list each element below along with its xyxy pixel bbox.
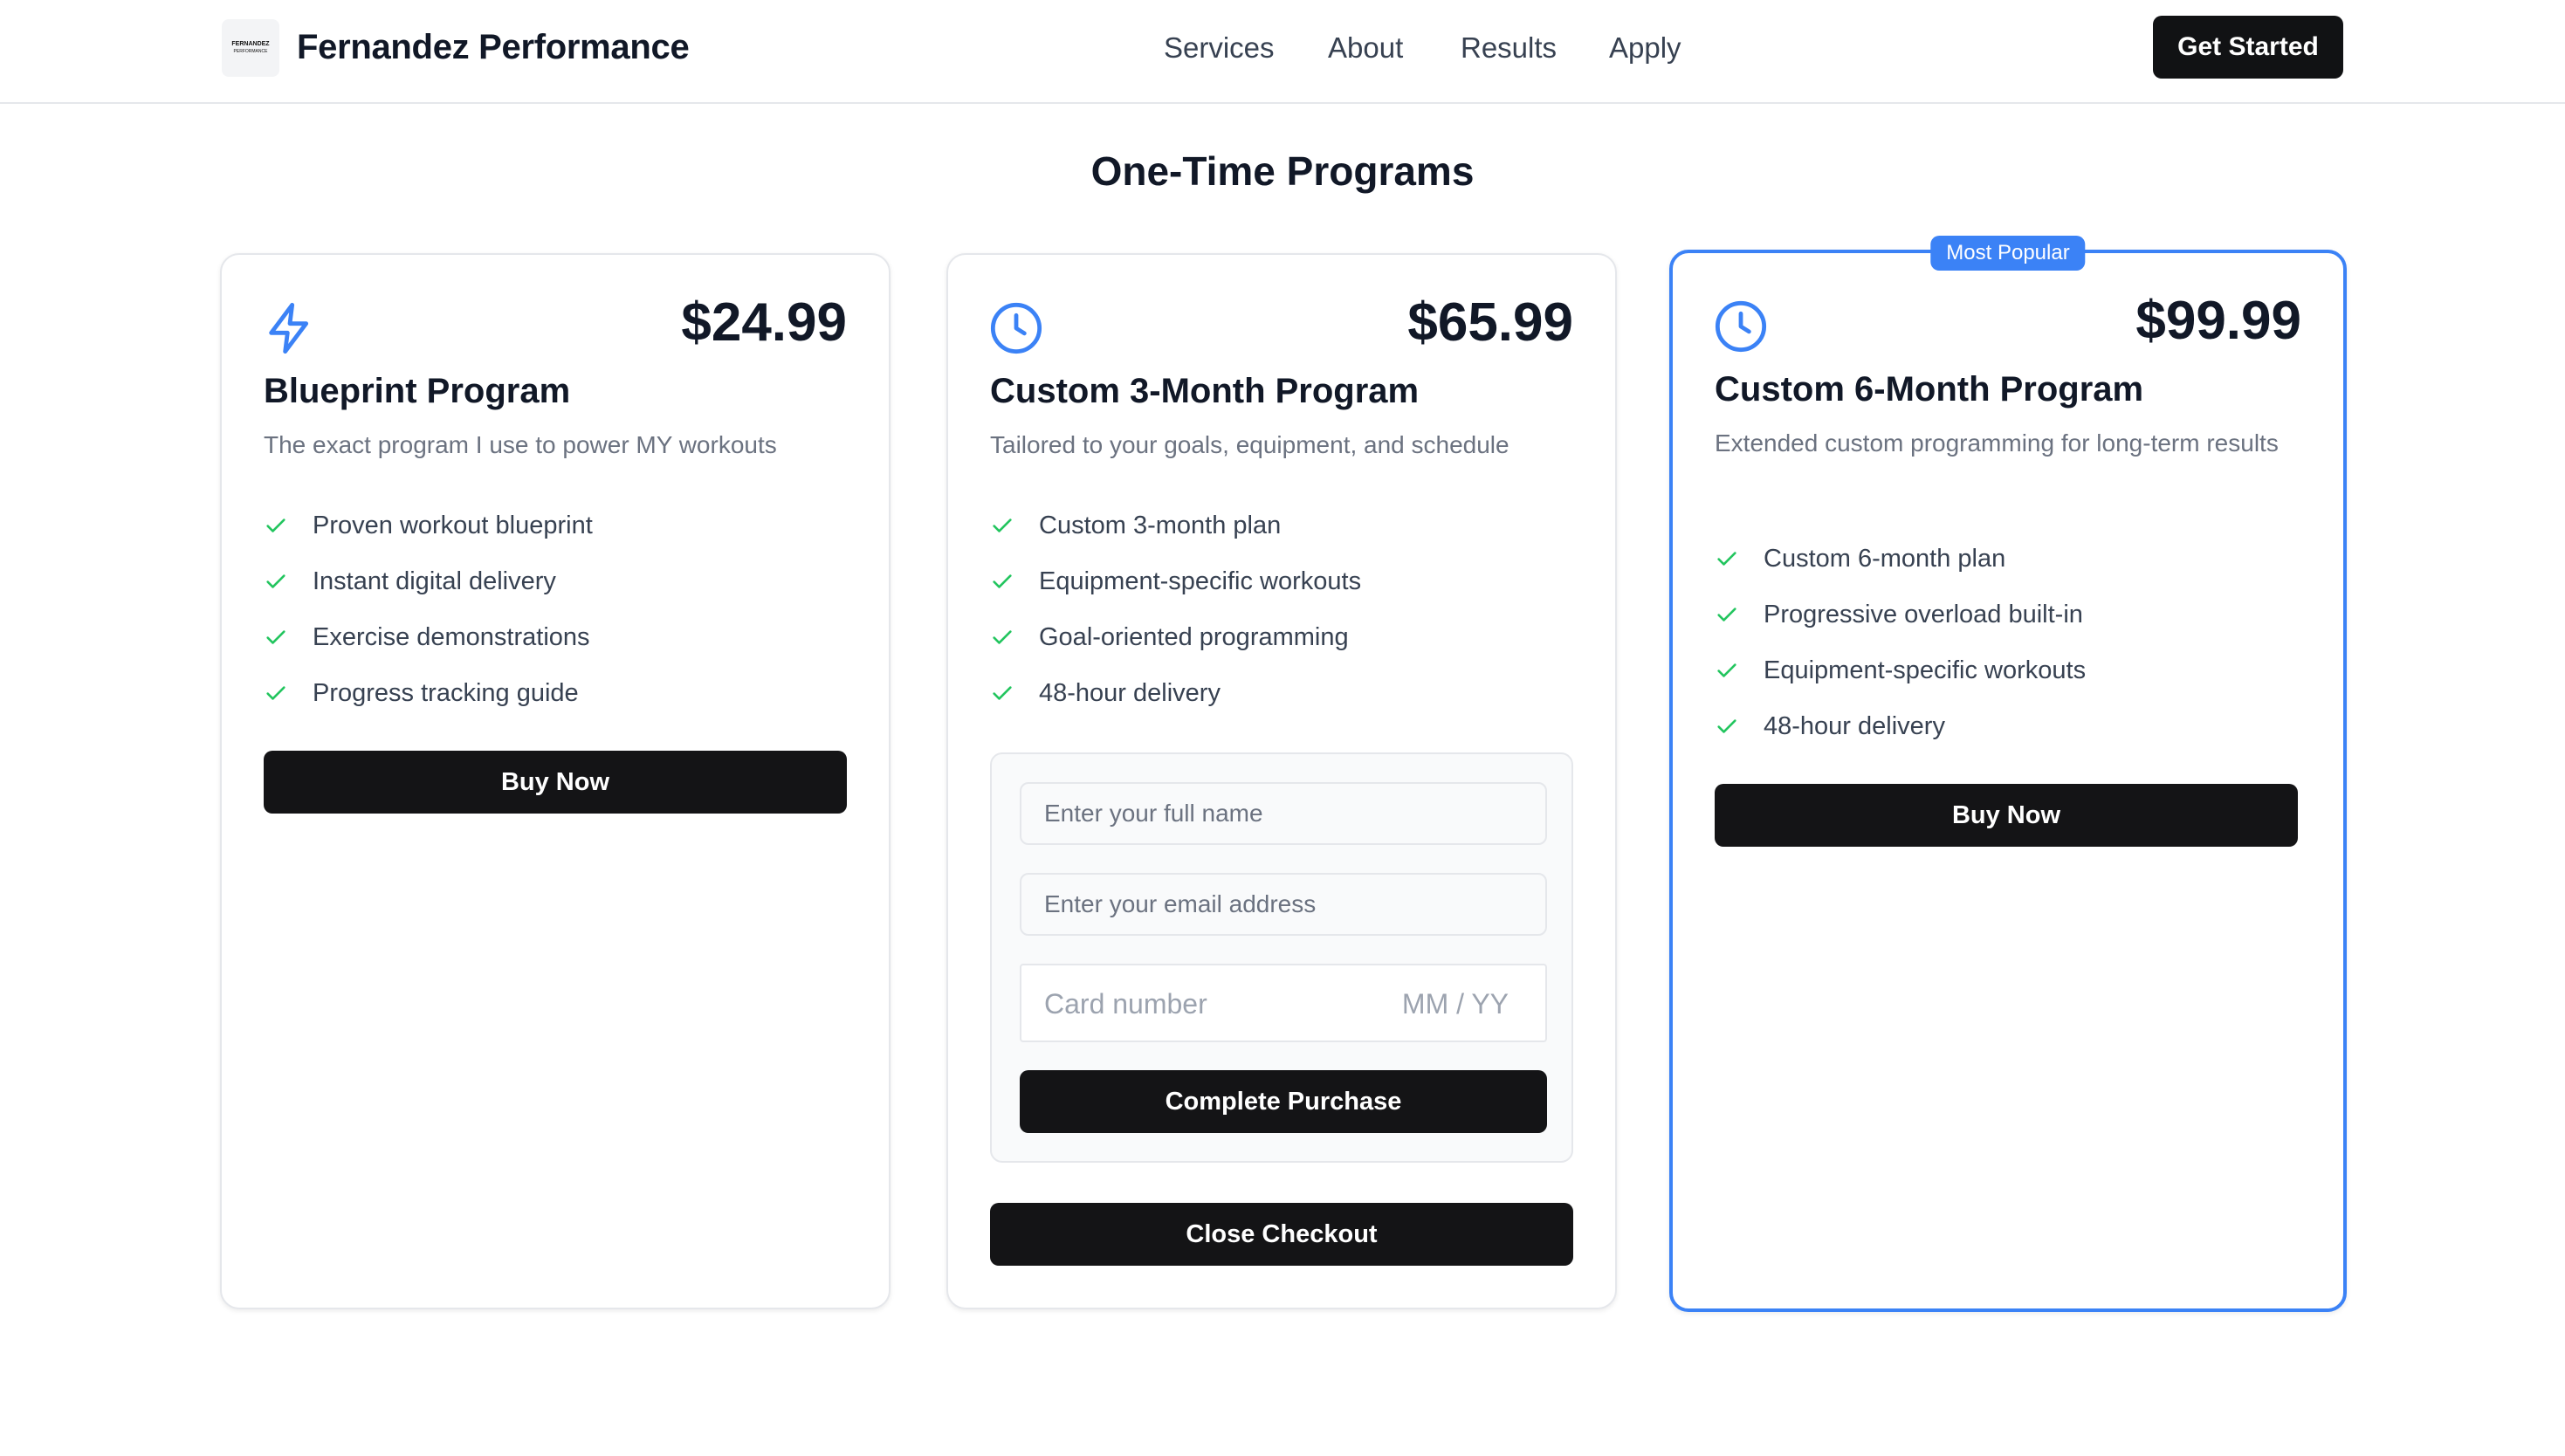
check-icon [993, 574, 1012, 588]
card-details-field[interactable]: Card number MM / YY [1020, 964, 1547, 1042]
check-icon [1717, 552, 1736, 566]
card-title: Blueprint Program [264, 372, 571, 410]
checkout-form: Card number MM / YY Complete Purchase [990, 752, 1573, 1163]
check-icon [266, 574, 285, 588]
price: $24.99 [681, 292, 847, 353]
feature-text: Goal-oriented programming [1039, 622, 1349, 651]
feature-item: Equipment-specific workouts [1715, 642, 2086, 698]
section-title: One-Time Programs [1090, 148, 1475, 194]
expiry-placeholder[interactable]: MM / YY [1402, 986, 1509, 1021]
check-icon [266, 686, 285, 700]
card-description: Extended custom programming for long-ter… [1715, 429, 2279, 457]
complete-purchase-button[interactable]: Complete Purchase [1020, 1070, 1547, 1133]
card-title: Custom 6-Month Program [1715, 370, 2144, 409]
feature-text: Equipment-specific workouts [1039, 567, 1362, 595]
nav-link-services[interactable]: Services [1164, 26, 1275, 70]
check-icon [1717, 719, 1736, 733]
feature-text: Equipment-specific workouts [1764, 656, 2087, 684]
price: $65.99 [1407, 292, 1573, 353]
feature-text: Progressive overload built-in [1764, 600, 2083, 628]
pricing-card-blueprint: $24.99 Blueprint Program The exact progr… [220, 253, 891, 1309]
get-started-button[interactable]: Get Started [2153, 16, 2343, 79]
feature-text: Exercise demonstrations [313, 622, 590, 651]
feature-list: Proven workout blueprint Instant digital… [264, 498, 593, 721]
feature-item: Proven workout blueprint [264, 498, 593, 553]
check-icon [266, 630, 285, 644]
feature-item: Custom 3-month plan [990, 498, 1361, 553]
check-icon [1717, 663, 1736, 677]
buy-now-button[interactable]: Buy Now [264, 751, 847, 814]
pricing-card-3-month: $65.99 Custom 3-Month Program Tailored t… [946, 253, 1617, 1309]
clock-icon [990, 302, 1042, 354]
card-description: Tailored to your goals, equipment, and s… [990, 431, 1509, 458]
price: $99.99 [2135, 291, 2301, 351]
feature-item: Progress tracking guide [264, 665, 593, 721]
site-header: FERNANDEZ PERFORMANCE Fernandez Performa… [0, 0, 2565, 104]
feature-text: Custom 6-month plan [1764, 544, 2006, 573]
feature-text: Proven workout blueprint [313, 511, 593, 539]
feature-list: Custom 6-month plan Progressive overload… [1715, 531, 2086, 754]
feature-text: Custom 3-month plan [1039, 511, 1282, 539]
buy-now-button[interactable]: Buy Now [1715, 784, 2298, 847]
nav-link-apply[interactable]: Apply [1609, 26, 1681, 70]
card-title: Custom 3-Month Program [990, 372, 1420, 410]
full-name-input[interactable] [1020, 782, 1547, 845]
most-popular-badge: Most Popular [1930, 236, 2086, 271]
feature-item: Instant digital delivery [264, 553, 593, 609]
card-number-placeholder[interactable]: Card number [1044, 986, 1207, 1021]
check-icon [993, 686, 1012, 700]
check-icon [1717, 608, 1736, 622]
feature-item: Goal-oriented programming [990, 609, 1361, 665]
pricing-card-6-month: Most Popular $99.99 Custom 6-Month Progr… [1669, 236, 2347, 1312]
feature-text: Instant digital delivery [313, 567, 556, 595]
feature-text: 48-hour delivery [1039, 678, 1221, 707]
clock-icon [1715, 300, 1767, 353]
feature-item: Equipment-specific workouts [990, 553, 1361, 609]
feature-item: Progressive overload built-in [1715, 587, 2086, 642]
nav-link-about[interactable]: About [1328, 26, 1403, 70]
close-checkout-button[interactable]: Close Checkout [990, 1203, 1573, 1266]
email-input[interactable] [1020, 873, 1547, 936]
lightning-icon [269, 302, 309, 354]
feature-item: Exercise demonstrations [264, 609, 593, 665]
card-description: The exact program I use to power MY work… [264, 431, 777, 458]
feature-text: 48-hour delivery [1764, 711, 1945, 740]
check-icon [993, 519, 1012, 532]
feature-item: Custom 6-month plan [1715, 531, 2086, 587]
feature-item: 48-hour delivery [1715, 698, 2086, 754]
feature-text: Progress tracking guide [313, 678, 579, 707]
check-icon [993, 630, 1012, 644]
nav-link-results[interactable]: Results [1461, 26, 1557, 70]
check-icon [266, 519, 285, 532]
feature-list: Custom 3-month plan Equipment-specific w… [990, 498, 1361, 721]
feature-item: 48-hour delivery [990, 665, 1361, 721]
